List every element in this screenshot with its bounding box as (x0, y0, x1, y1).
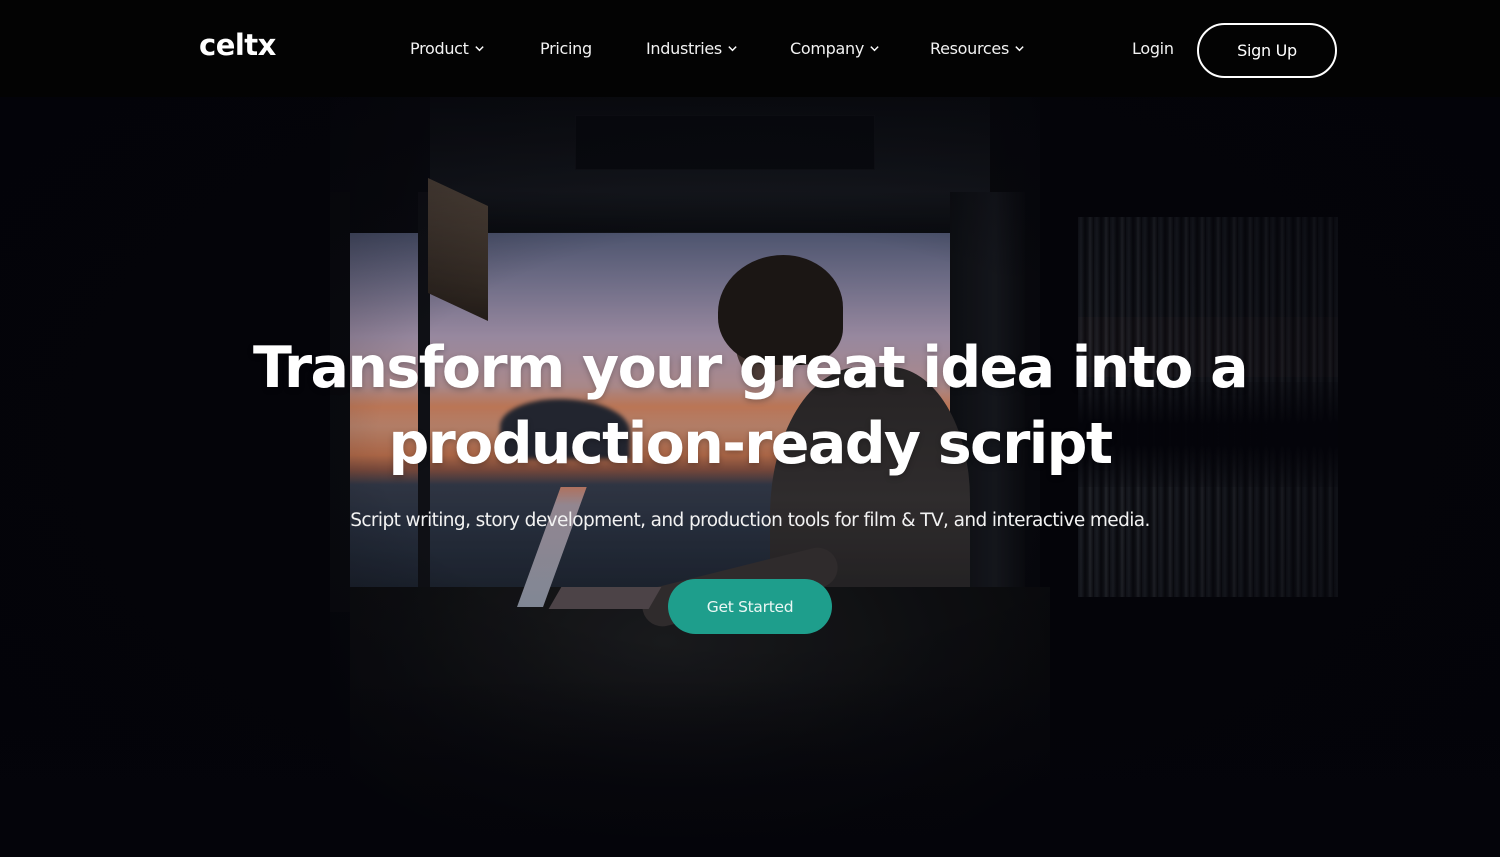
chevron-down-icon (474, 43, 485, 54)
nav-item-company[interactable]: Company (790, 39, 880, 58)
login-link[interactable]: Login (1132, 39, 1174, 58)
nav-item-label: Industries (646, 39, 722, 58)
login-label: Login (1132, 39, 1174, 58)
nav-item-label: Product (410, 39, 469, 58)
hero-title-line-2: production-ready script (388, 411, 1113, 477)
nav-item-label: Pricing (540, 39, 592, 58)
top-navigation: celtx Product Pricing Industries Company… (0, 0, 1500, 97)
celtx-logo[interactable]: celtx (199, 28, 276, 62)
bottom-fade (0, 677, 1500, 857)
nav-item-product[interactable]: Product (410, 39, 485, 58)
nav-item-label: Company (790, 39, 865, 58)
hero-title-line-1: Transform your great idea into a (253, 335, 1249, 401)
nav-item-resources[interactable]: Resources (930, 39, 1025, 58)
chevron-down-icon (727, 43, 738, 54)
hero-title: Transform your great idea into a product… (0, 330, 1500, 482)
chevron-down-icon (1014, 43, 1025, 54)
nav-item-pricing[interactable]: Pricing (540, 39, 592, 58)
sign-up-button[interactable]: Sign Up (1197, 23, 1337, 78)
chevron-down-icon (869, 43, 880, 54)
hero-subtitle: Script writing, story development, and p… (350, 510, 1150, 531)
nav-item-label: Resources (930, 39, 1010, 58)
nav-item-industries[interactable]: Industries (646, 39, 738, 58)
get-started-button[interactable]: Get Started (668, 579, 832, 634)
